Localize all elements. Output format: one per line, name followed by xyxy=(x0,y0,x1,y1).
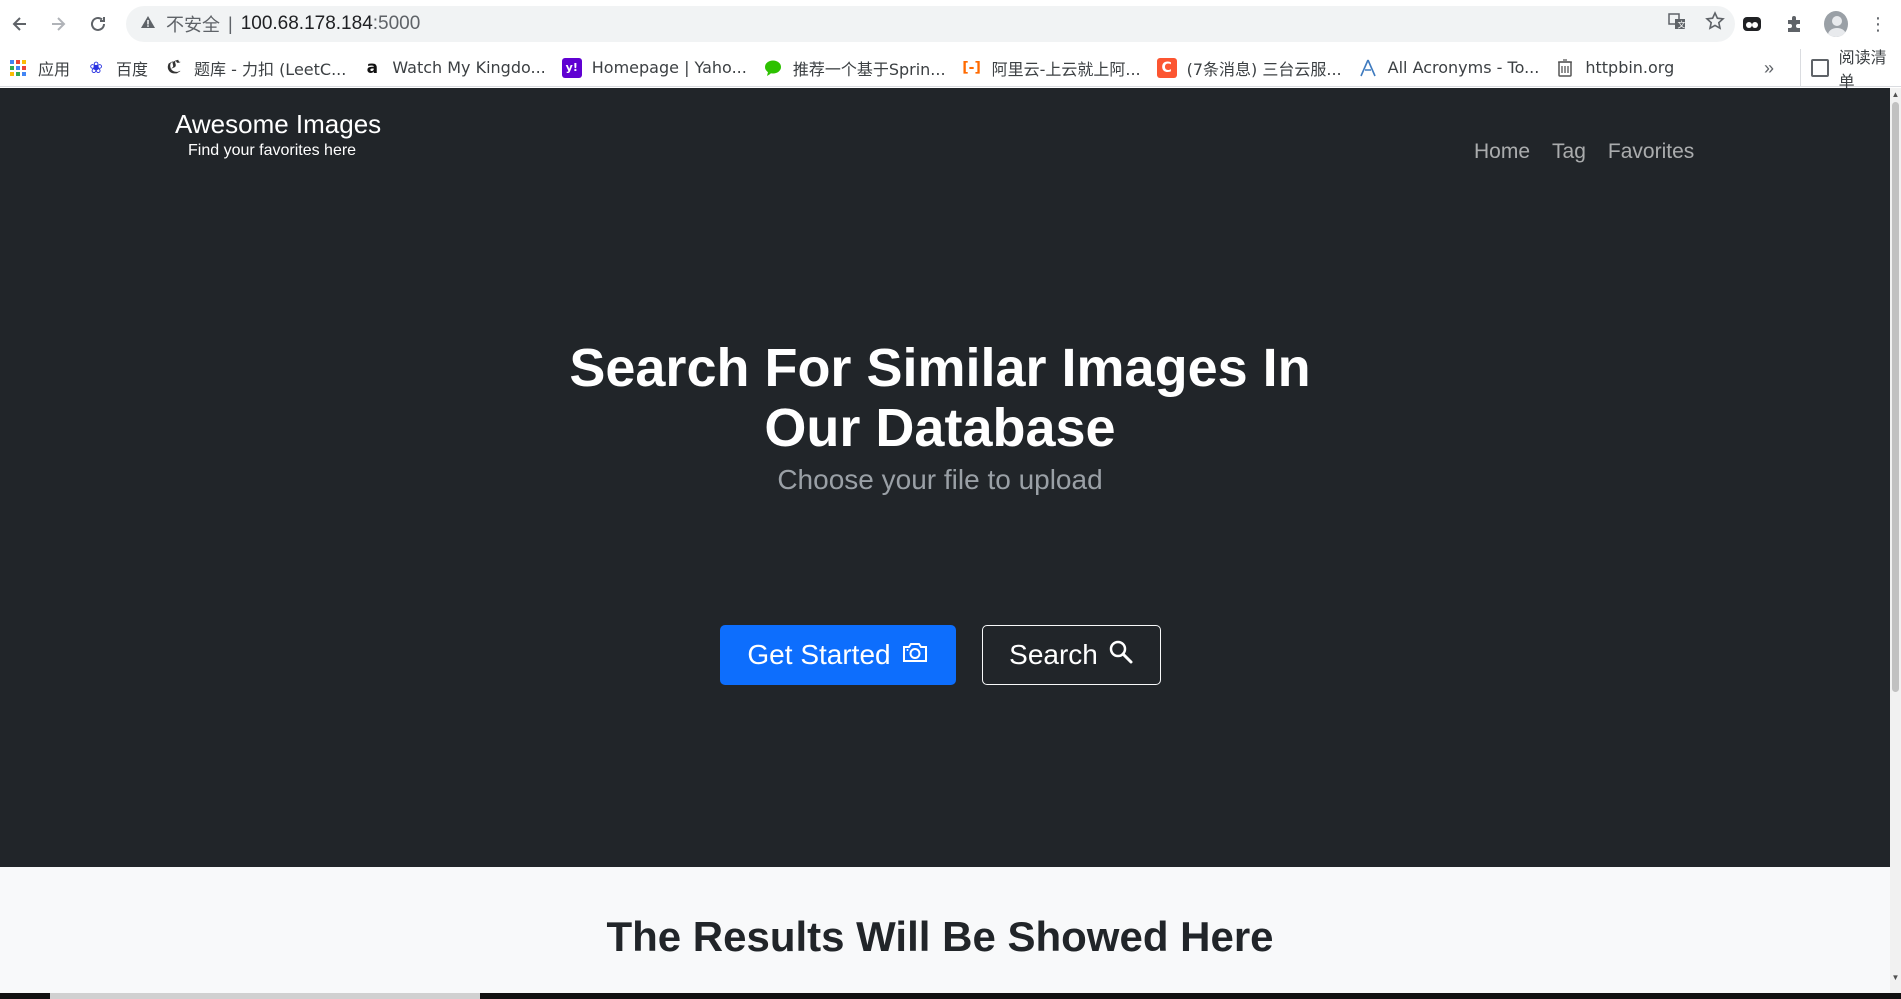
acronyms-icon xyxy=(1358,58,1378,78)
site-nav: Home Tag Favorites xyxy=(1474,140,1694,164)
bookmark-label: Watch My Kingdo... xyxy=(392,58,546,77)
bookmark-label: 百度 xyxy=(116,59,149,79)
bookmark-acronyms[interactable]: All Acronyms - To... xyxy=(1350,53,1548,83)
address-bar[interactable]: 不安全 | 100.68.178.184 :5000 文 xyxy=(126,6,1735,42)
baidu-icon: ❀ xyxy=(89,58,103,77)
apps-grid-icon xyxy=(8,58,28,78)
bookmark-label: 推荐一个基于Sprin... xyxy=(792,59,946,79)
security-status: 不安全 xyxy=(166,15,220,36)
results-section: The Results Will Be Showed Here xyxy=(0,867,1890,999)
hero-title-line-2: Our Database xyxy=(764,398,1116,458)
url-separator: | xyxy=(228,13,233,34)
nav-home[interactable]: Home xyxy=(1474,140,1530,164)
bookmark-label: 应用 xyxy=(38,59,71,79)
search-icon xyxy=(1108,639,1134,672)
get-started-button[interactable]: Get Started xyxy=(720,625,956,685)
forward-button[interactable] xyxy=(38,4,78,44)
csdn-icon: C xyxy=(1156,57,1177,78)
extension-icon[interactable] xyxy=(1740,12,1764,36)
puzzle-icon[interactable] xyxy=(1782,12,1806,36)
extensions-area: ⋮ xyxy=(1740,6,1890,42)
kebab-menu-icon[interactable]: ⋮ xyxy=(1866,12,1890,36)
results-title: The Results Will Be Showed Here xyxy=(606,913,1274,960)
hero-title-line-1: Search For Similar Images In xyxy=(569,338,1311,398)
reading-list-button[interactable]: 阅读清单 xyxy=(1800,48,1901,91)
search-button[interactable]: Search xyxy=(982,625,1161,685)
warning-icon[interactable] xyxy=(140,14,160,34)
bookmarks-overflow-button[interactable]: » xyxy=(1764,49,1774,87)
avatar-icon[interactable] xyxy=(1824,11,1848,37)
camera-icon xyxy=(901,639,929,671)
bookmark-aliyun[interactable]: [-] 阿里云-上云就上阿... xyxy=(954,53,1149,83)
back-button[interactable] xyxy=(0,4,40,44)
reading-list-icon xyxy=(1811,59,1829,77)
url-port: :5000 xyxy=(372,13,421,34)
brand-tagline: Find your favorites here xyxy=(188,142,357,159)
hero-subtitle: Choose your file to upload xyxy=(777,464,1103,495)
wechat-icon xyxy=(763,58,783,78)
bookmark-label: Homepage | Yaho... xyxy=(591,58,747,77)
url-host: 100.68.178.184 xyxy=(240,13,373,34)
hero-section: Awesome Images Find your favorites here … xyxy=(0,88,1890,867)
reload-icon xyxy=(91,16,105,31)
taskbar-strip xyxy=(0,993,1901,999)
search-label: Search xyxy=(1009,639,1098,670)
page-viewport: Awesome Images Find your favorites here … xyxy=(0,88,1890,999)
bookmark-label: 题库 - 力扣 (LeetC... xyxy=(194,59,347,79)
svg-text:文: 文 xyxy=(1678,20,1686,30)
scroll-down-arrow-icon[interactable]: ▼ xyxy=(1890,973,1901,983)
arrow-left-icon xyxy=(12,17,26,31)
bookmark-label: All Acronyms - To... xyxy=(1387,58,1540,77)
scroll-up-arrow-icon[interactable]: ▲ xyxy=(1890,90,1901,100)
bookmark-baidu[interactable]: ❀ 百度 xyxy=(78,53,156,83)
reload-button[interactable] xyxy=(78,4,118,44)
arrow-right-icon xyxy=(52,17,66,31)
aliyun-icon: [-] xyxy=(962,59,981,76)
scroll-thumb[interactable] xyxy=(1892,102,1899,692)
hero-title: Search For Similar Images In Our Databas… xyxy=(0,338,1880,458)
browser-toolbar: 不安全 | 100.68.178.184 :5000 文 ⋮ xyxy=(0,0,1901,49)
brand-name[interactable]: Awesome Images xyxy=(175,109,381,140)
bookmark-httpbin[interactable]: httpbin.org xyxy=(1547,53,1682,83)
page-scrollbar[interactable]: ▲ ▼ xyxy=(1890,88,1901,993)
leetcode-icon: ℭ xyxy=(166,57,182,78)
taskbar-segment xyxy=(50,993,480,999)
translate-icon[interactable]: 文 xyxy=(1667,11,1687,37)
bookmark-wechat[interactable]: 推荐一个基于Sprin... xyxy=(755,53,954,83)
bookmark-label: (7条消息) 三台云服... xyxy=(1186,59,1342,79)
nav-favorites[interactable]: Favorites xyxy=(1608,140,1694,164)
yahoo-icon: y! xyxy=(561,57,582,78)
bookmark-apps[interactable]: 应用 xyxy=(0,53,78,83)
amazon-icon: a xyxy=(366,57,379,78)
nav-tag[interactable]: Tag xyxy=(1552,140,1586,164)
star-icon[interactable] xyxy=(1705,11,1725,37)
bookmark-csdn[interactable]: C (7条消息) 三台云服... xyxy=(1149,53,1350,83)
bookmark-yahoo[interactable]: y! Homepage | Yaho... xyxy=(554,53,755,83)
reading-list-label: 阅读清单 xyxy=(1838,48,1887,91)
bookmarks-bar: 应用 ❀ 百度 ℭ 题库 - 力扣 (LeetC... a Watch My K… xyxy=(0,49,1901,87)
bookmark-amazon[interactable]: a Watch My Kingdo... xyxy=(354,53,553,83)
bookmark-label: 阿里云-上云就上阿... xyxy=(991,59,1141,79)
bookmark-leetcode[interactable]: ℭ 题库 - 力扣 (LeetC... xyxy=(156,53,354,83)
httpbin-icon xyxy=(1555,58,1575,78)
get-started-label: Get Started xyxy=(747,639,891,670)
bookmark-label: httpbin.org xyxy=(1585,58,1675,77)
